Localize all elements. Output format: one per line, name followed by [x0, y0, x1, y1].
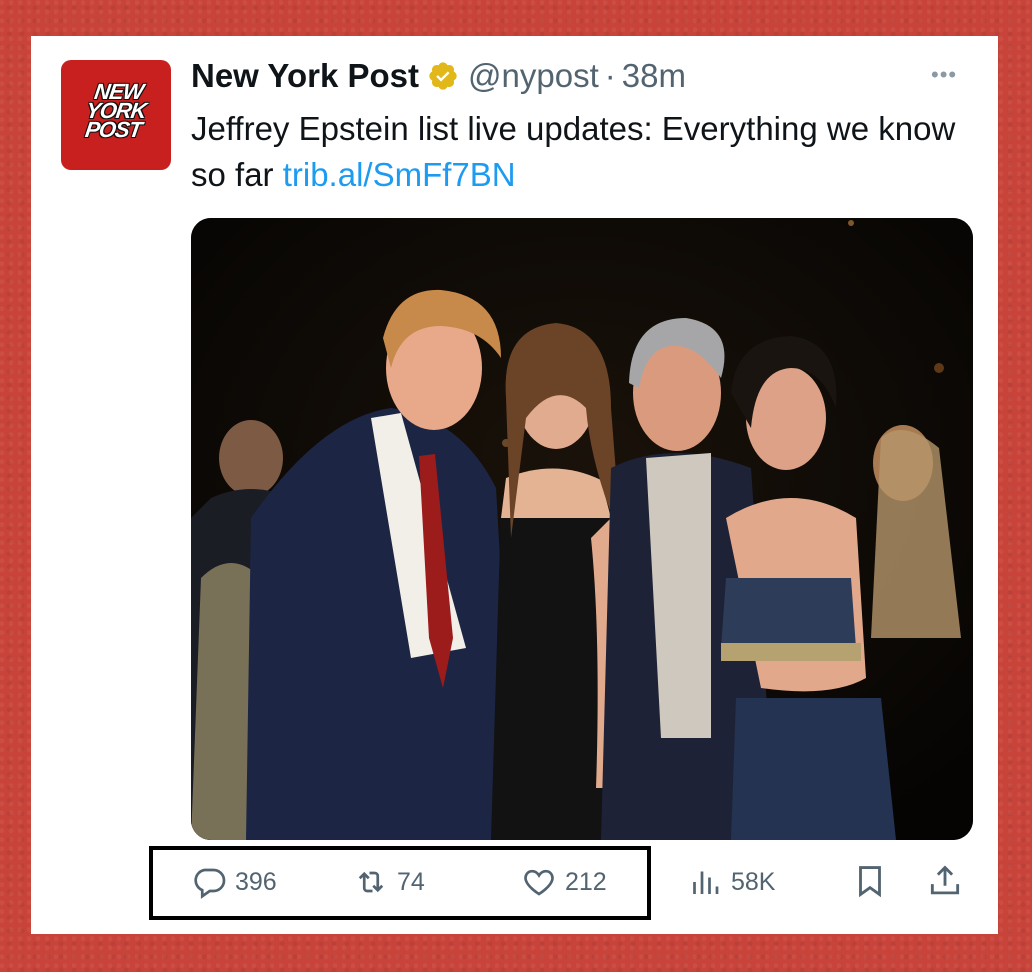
heart-icon: [524, 869, 554, 896]
views-count: 58K: [731, 867, 776, 896]
tweet-header: New York Post @nypost · 38m: [191, 56, 686, 96]
avatar[interactable]: NEW YORK POST: [61, 60, 171, 170]
share-button[interactable]: [926, 862, 964, 905]
logo-line-3: POST: [83, 117, 144, 142]
separator-dot: ·: [604, 57, 616, 94]
like-button[interactable]: 212: [521, 864, 607, 900]
bookmark-button[interactable]: [851, 862, 889, 905]
display-name[interactable]: New York Post: [191, 56, 419, 96]
tweet-text: Jeffrey Epstein list live updates: Every…: [191, 106, 981, 198]
bookmark-icon: [859, 866, 881, 898]
timestamp[interactable]: 38m: [622, 56, 686, 96]
views-chart-icon: [693, 871, 719, 894]
tweet-card: NEW YORK POST New York Post @nypost · 38…: [31, 36, 998, 934]
more-options-icon[interactable]: •••: [931, 62, 957, 88]
share-icon: [930, 865, 960, 895]
repost-icon: [358, 871, 384, 893]
reply-button[interactable]: 396: [191, 864, 277, 900]
handle[interactable]: @nypost: [468, 56, 599, 96]
reply-icon: [194, 868, 226, 899]
views-button[interactable]: 58K: [687, 864, 775, 900]
new-york-post-logo: NEW YORK POST: [61, 79, 171, 142]
tweet-link[interactable]: trib.al/SmFf7BN: [283, 156, 516, 193]
tweet-photo[interactable]: [191, 218, 973, 840]
reply-count: 396: [235, 867, 277, 896]
verified-badge-icon[interactable]: [427, 60, 459, 92]
repost-button[interactable]: 74: [353, 864, 425, 900]
like-count: 212: [565, 867, 607, 896]
photo-illustration: [191, 218, 973, 840]
repost-count: 74: [397, 867, 425, 896]
